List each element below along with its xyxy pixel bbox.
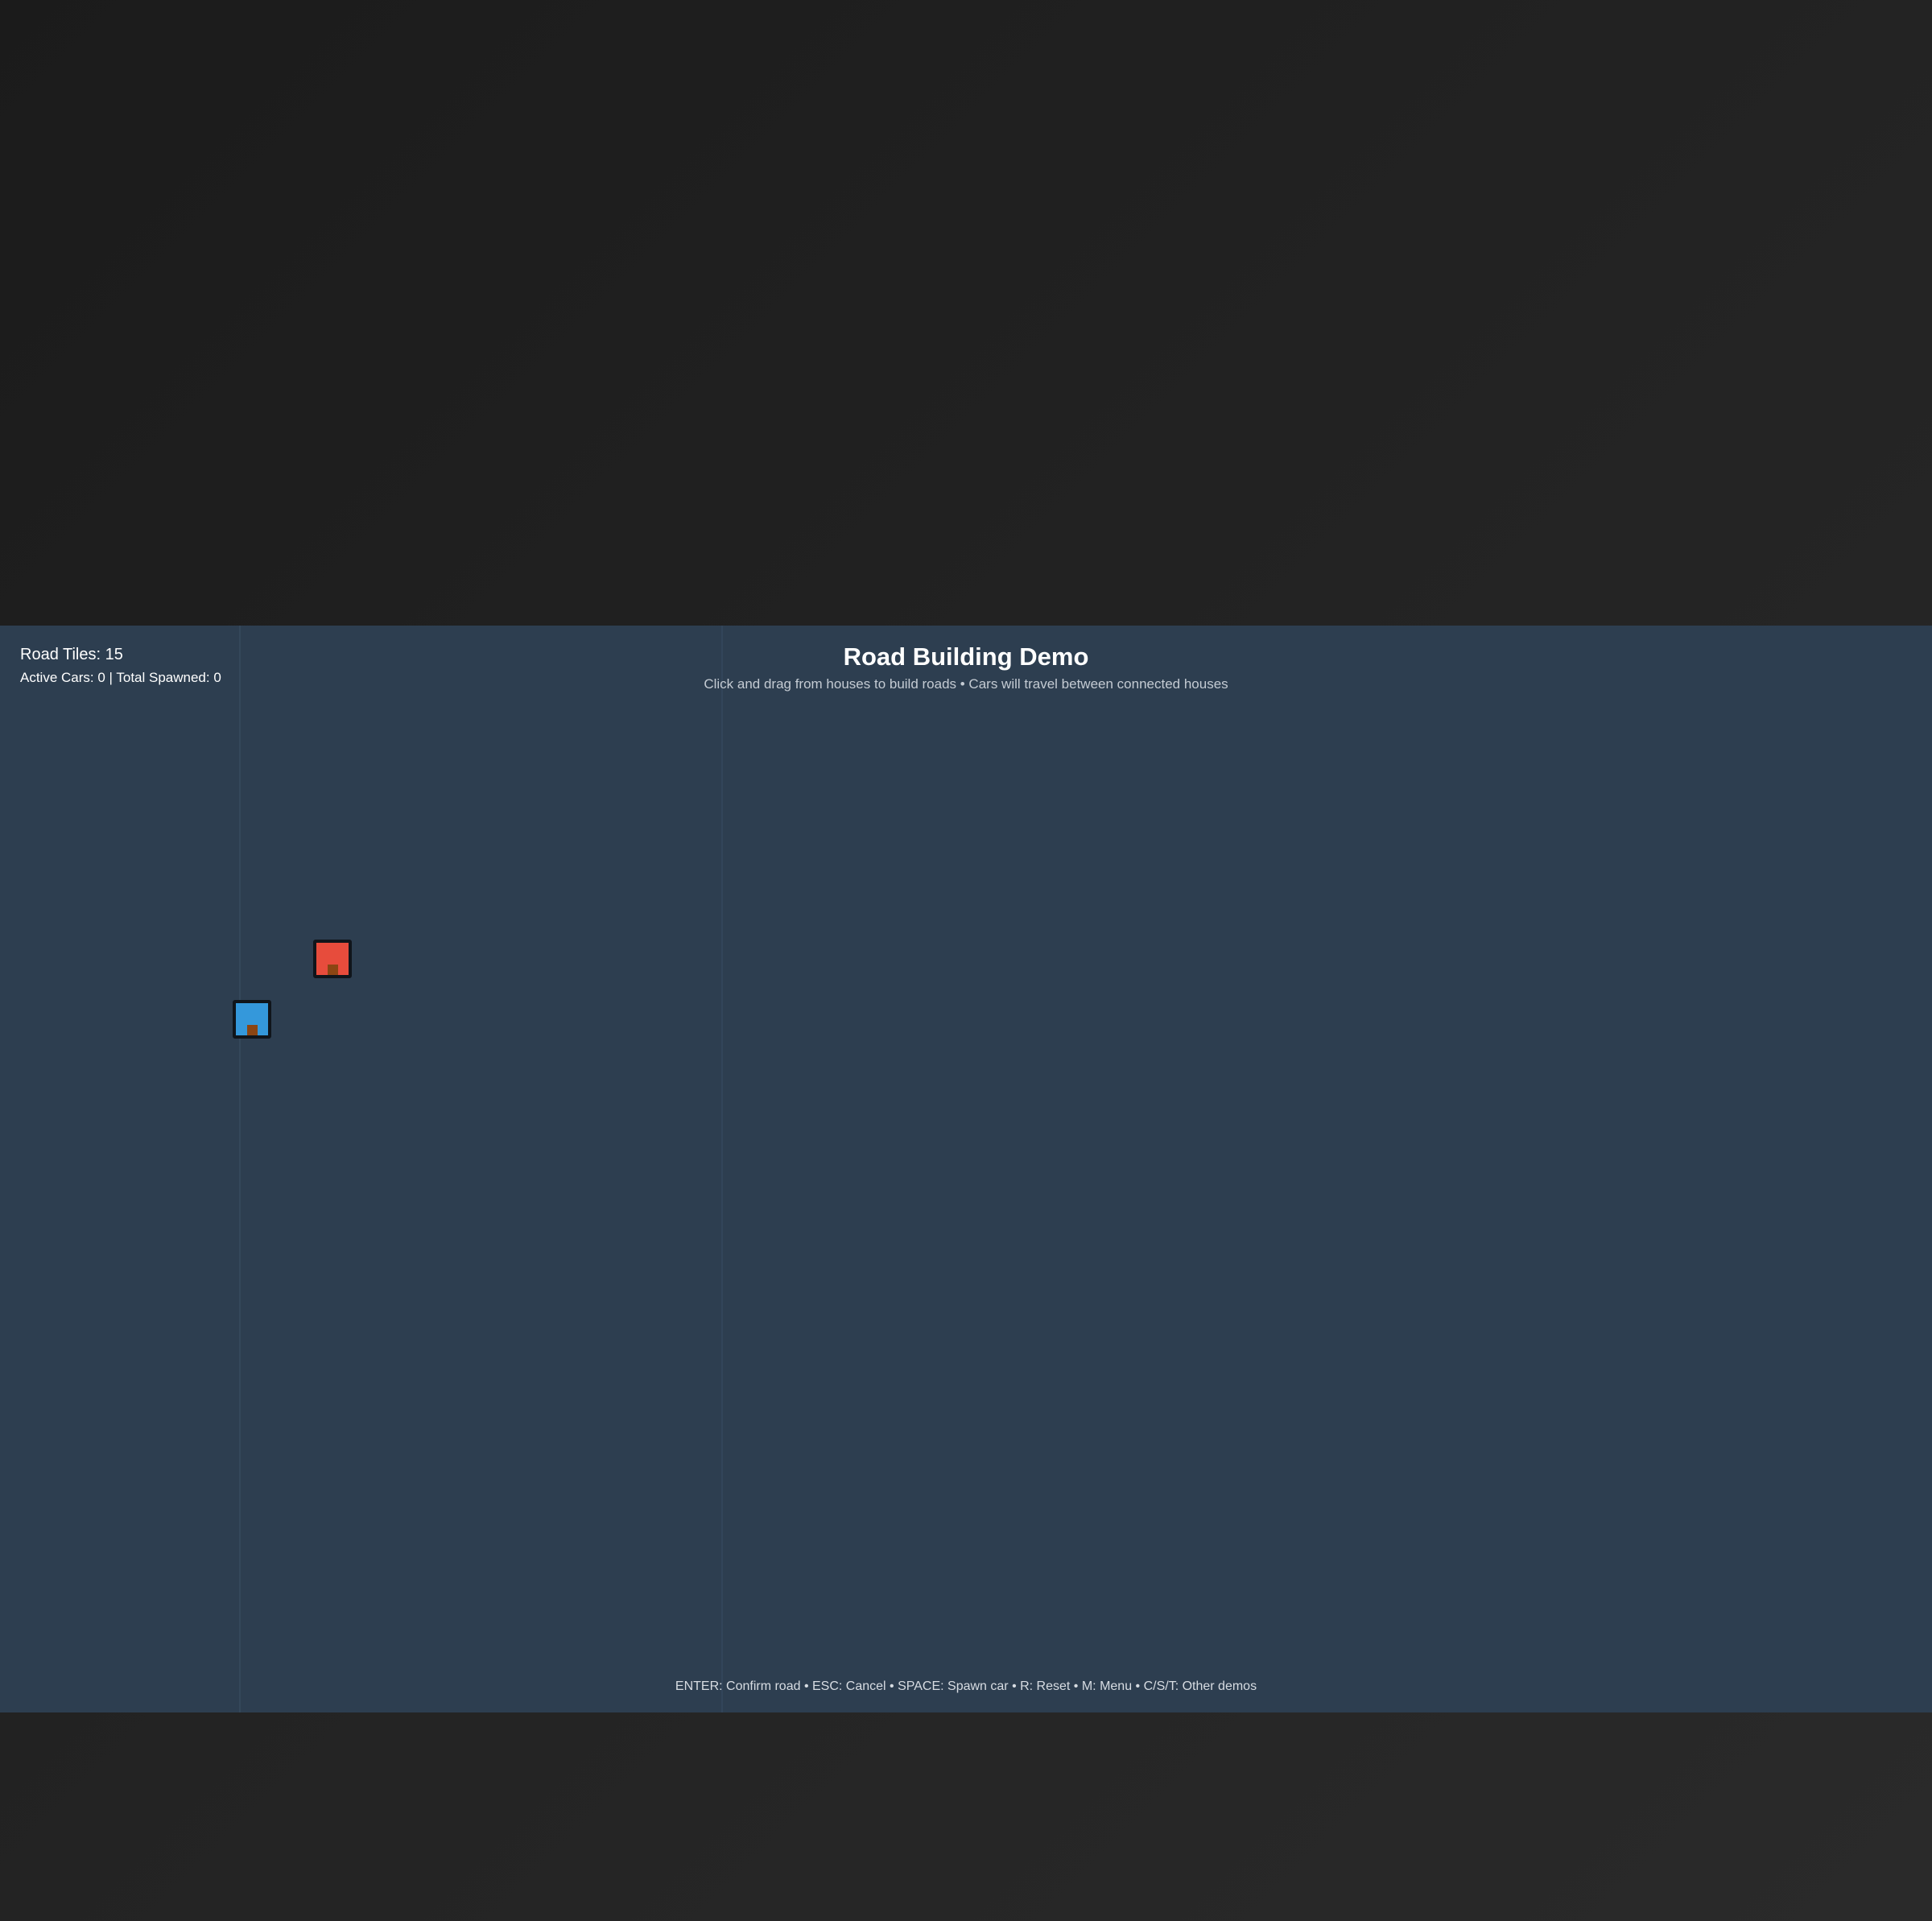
house-blue[interactable]: [233, 1000, 271, 1039]
game-subtitle: Click and drag from houses to build road…: [704, 676, 1228, 692]
grid-lines: [239, 626, 723, 1712]
title-block: Road Building Demo Click and drag from h…: [0, 642, 1932, 693]
house-door-icon: [247, 1025, 258, 1035]
house-red[interactable]: [313, 940, 352, 978]
house-door-icon: [328, 965, 338, 975]
game-canvas[interactable]: Road Tiles: 15 Active Cars: 0 | Total Sp…: [0, 626, 1932, 1712]
game-title: Road Building Demo: [843, 642, 1089, 671]
controls-hint: ENTER: Confirm road • ESC: Cancel • SPAC…: [675, 1679, 1257, 1693]
